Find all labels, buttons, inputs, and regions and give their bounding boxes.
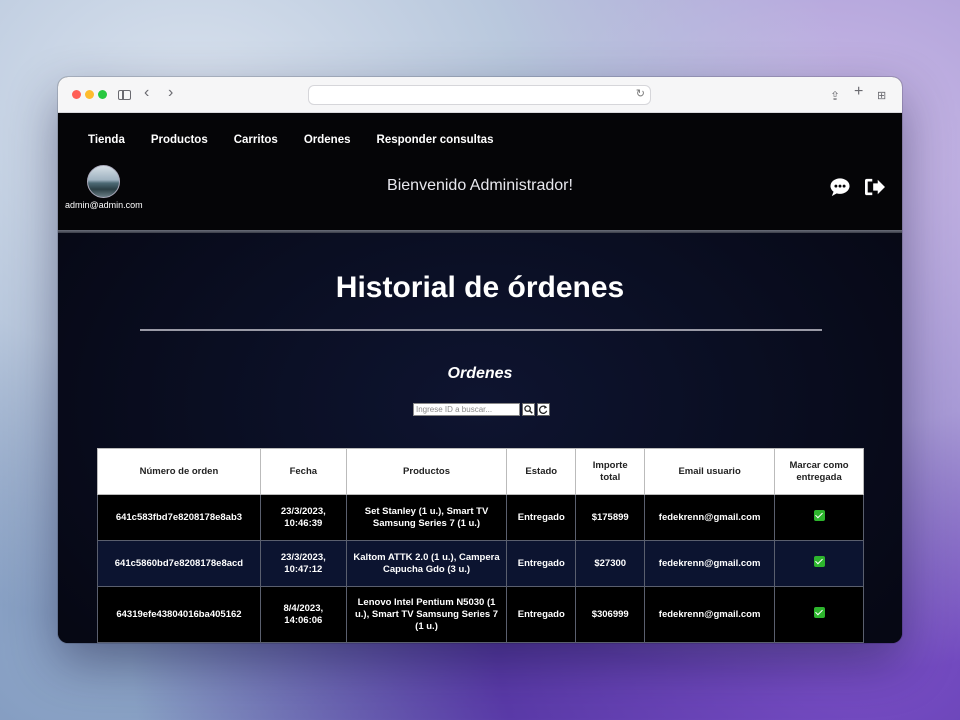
browser-toolbar: ‹ › ↻ ⇪ + ⊞ — [58, 77, 902, 113]
table-row: 641c5860bd7e8208178e8acd 23/3/2023, 10:4… — [97, 540, 864, 587]
close-window-button[interactable] — [72, 90, 81, 99]
order-total-cell: $175899 — [575, 494, 646, 541]
order-date-cell: 23/3/2023, 10:46:39 — [259, 494, 347, 541]
nav-link-ordenes[interactable]: Ordenes — [304, 134, 351, 146]
table-header-row: Número de orden Fecha Productos Estado I… — [97, 448, 864, 495]
orders-table: Número de orden Fecha Productos Estado I… — [97, 448, 864, 643]
order-total-cell: $27300 — [575, 540, 646, 587]
back-arrow-icon[interactable]: ‹ — [144, 84, 149, 102]
order-email-cell: fedekrenn@gmail.com — [644, 586, 776, 643]
order-date-cell: 8/4/2023, 14:06:06 — [259, 586, 347, 643]
order-status-cell: Entregado — [506, 494, 577, 541]
order-id-cell: 641c583fbd7e8208178e8ab3 — [97, 494, 261, 541]
refresh-icon — [539, 405, 548, 414]
checkbox-checked-icon[interactable] — [813, 510, 825, 521]
page-content: Tienda Productos Carritos Ordenes Respon… — [58, 113, 902, 643]
column-header-mark-delivered: Marcar como entregada — [774, 448, 864, 495]
user-email: admin@admin.com — [65, 200, 143, 210]
order-products-cell: Lenovo Intel Pentium N5030 (1 u.), Smart… — [345, 586, 508, 643]
column-header-status: Estado — [506, 448, 577, 495]
order-products-cell: Kaltom ATTK 2.0 (1 u.), Campera Capucha … — [345, 540, 508, 587]
refresh-button[interactable] — [537, 403, 550, 416]
nav-link-carritos[interactable]: Carritos — [234, 134, 278, 146]
column-header-order-number: Número de orden — [97, 448, 261, 495]
minimize-window-button[interactable] — [85, 90, 94, 99]
address-bar[interactable]: ↻ — [308, 85, 651, 105]
checkbox-checked-icon[interactable] — [813, 607, 825, 618]
chat-bubble-icon[interactable] — [829, 177, 851, 197]
order-date-cell: 23/3/2023, 10:47:12 — [259, 540, 347, 587]
nav-link-productos[interactable]: Productos — [151, 134, 208, 146]
browser-window: ‹ › ↻ ⇪ + ⊞ Tienda Productos Carritos Or… — [58, 77, 902, 643]
top-navbar: Tienda Productos Carritos Ordenes Respon… — [58, 113, 902, 233]
order-products-cell: Set Stanley (1 u.), Smart TV Samsung Ser… — [345, 494, 508, 541]
search-bar — [413, 403, 550, 416]
search-icon — [524, 405, 533, 414]
column-header-products: Productos — [345, 448, 508, 495]
logout-icon[interactable] — [864, 177, 886, 197]
new-tab-icon[interactable]: + — [854, 83, 863, 101]
maximize-window-button[interactable] — [98, 90, 107, 99]
order-id-cell: 641c5860bd7e8208178e8acd — [97, 540, 261, 587]
nav-link-responder-consultas[interactable]: Responder consultas — [377, 134, 494, 146]
page-title: Historial de órdenes — [335, 271, 625, 304]
nav-link-tienda[interactable]: Tienda — [88, 134, 125, 146]
order-total-cell: $306999 — [575, 586, 646, 643]
reload-icon[interactable]: ↻ — [636, 87, 645, 100]
welcome-message: Bienvenido Administrador! — [387, 177, 573, 194]
nav-links: Tienda Productos Carritos Ordenes Respon… — [88, 134, 493, 146]
search-button[interactable] — [522, 403, 535, 416]
order-email-cell: fedekrenn@gmail.com — [644, 494, 776, 541]
table-row: 64319efe43804016ba405162 8/4/2023, 14:06… — [97, 586, 864, 643]
search-input[interactable] — [413, 403, 520, 416]
mark-delivered-cell — [774, 494, 864, 541]
column-header-total: Importe total — [575, 448, 646, 495]
title-divider — [140, 329, 822, 331]
share-icon[interactable]: ⇪ — [830, 87, 840, 105]
orders-table-wrapper: Número de orden Fecha Productos Estado I… — [97, 448, 864, 643]
order-email-cell: fedekrenn@gmail.com — [644, 540, 776, 587]
order-status-cell: Entregado — [506, 586, 577, 643]
mark-delivered-cell — [774, 540, 864, 587]
checkbox-checked-icon[interactable] — [813, 556, 825, 567]
order-id-cell: 64319efe43804016ba405162 — [97, 586, 261, 643]
column-header-date: Fecha — [259, 448, 347, 495]
section-title: Ordenes — [447, 365, 513, 382]
table-row: 641c583fbd7e8208178e8ab3 23/3/2023, 10:4… — [97, 494, 864, 541]
tab-overview-icon[interactable]: ⊞ — [877, 87, 886, 105]
order-status-cell: Entregado — [506, 540, 577, 587]
mark-delivered-cell — [774, 586, 864, 643]
sidebar-toggle-icon[interactable] — [118, 90, 131, 100]
forward-arrow-icon[interactable]: › — [168, 84, 173, 102]
column-header-email: Email usuario — [644, 448, 776, 495]
